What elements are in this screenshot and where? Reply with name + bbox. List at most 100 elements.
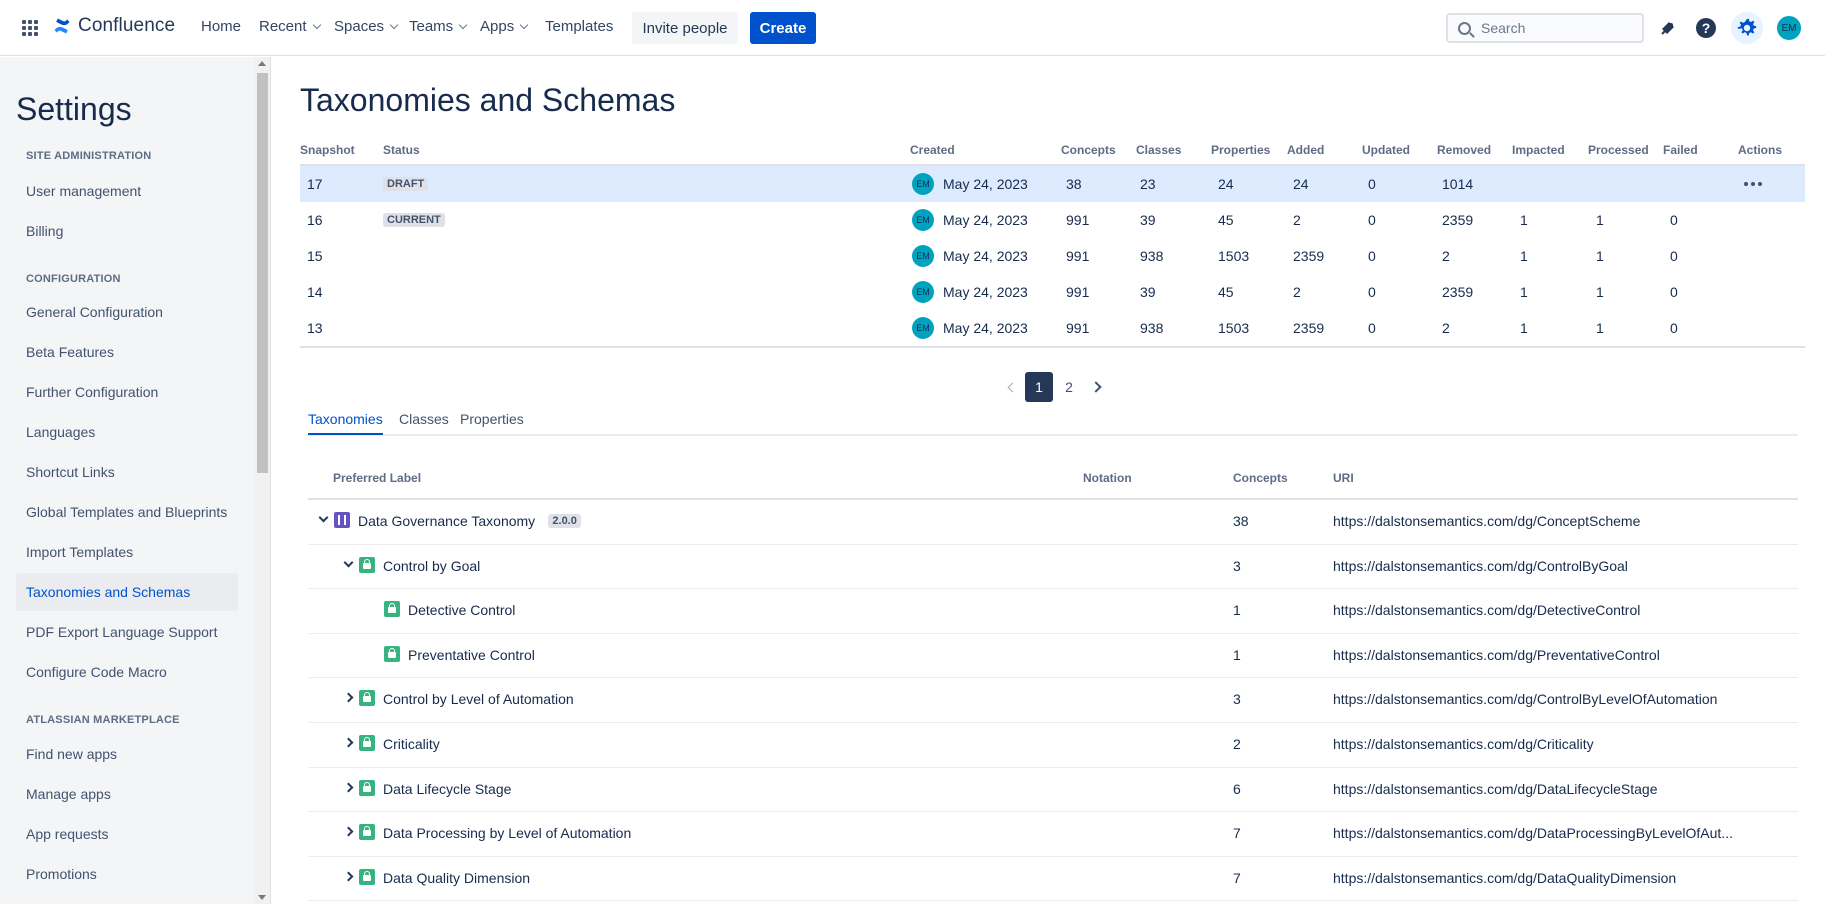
sidebar-item-manage-apps[interactable]: Manage apps — [16, 775, 238, 813]
page-1-button[interactable]: 1 — [1025, 372, 1053, 402]
taxonomy-row[interactable]: Criticality 2 https://dalstonsemantics.com… — [308, 723, 1798, 768]
uri[interactable]: https://dalstonsemantics.com/dg/DataProc… — [1333, 825, 1733, 841]
preferred-label[interactable]: Detective Control — [408, 602, 515, 618]
nav-templates[interactable]: Templates — [545, 18, 613, 35]
settings-gear-icon[interactable] — [1731, 12, 1763, 44]
sidebar-item-import-templates[interactable]: Import Templates — [16, 533, 238, 571]
col-uri[interactable]: URI — [1333, 471, 1354, 485]
snapshot-row[interactable]: 14 May 24, 2023 991 39 45 2 0 2359 1 1 0 EM — [300, 274, 1805, 310]
creator-avatar[interactable]: EM — [912, 173, 934, 195]
col-created[interactable]: Created — [910, 143, 955, 157]
sidebar-item-taxonomies-and-schemas[interactable]: Taxonomies and Schemas — [16, 573, 238, 611]
scroll-down-icon[interactable] — [258, 895, 266, 900]
create-button[interactable]: Create — [750, 12, 816, 44]
notifications-icon[interactable] — [1656, 16, 1680, 40]
taxonomy-row[interactable]: Data Quality Dimension 7 https://dalstonse… — [308, 857, 1798, 902]
col-preferred-label[interactable]: Preferred Label — [333, 471, 421, 485]
col-classes[interactable]: Classes — [1136, 143, 1181, 157]
creator-avatar[interactable]: EM — [912, 245, 934, 267]
help-icon[interactable]: ? — [1694, 16, 1718, 40]
nav-teams[interactable]: Teams — [409, 18, 468, 35]
snapshot-row[interactable]: 16 May 24, 2023 991 39 45 2 0 2359 1 1 0 CURRENT EM — [300, 202, 1805, 238]
taxonomy-row[interactable]: Control by Goal 3 https://dalstonsemantics… — [308, 545, 1798, 590]
uri[interactable]: https://dalstonsemantics.com/dg/Preventa… — [1333, 647, 1660, 663]
col-impacted[interactable]: Impacted — [1512, 143, 1565, 157]
sidebar-item-general-configuration[interactable]: General Configuration — [16, 293, 238, 331]
preferred-label[interactable]: Data Quality Dimension — [383, 870, 530, 886]
chevron-right-icon[interactable] — [343, 826, 354, 837]
uri[interactable]: https://dalstonsemantics.com/dg/Detectiv… — [1333, 602, 1640, 618]
chevron-right-icon[interactable] — [343, 782, 354, 793]
creator-avatar[interactable]: EM — [912, 281, 934, 303]
sidebar-item-pdf-export-language[interactable]: PDF Export Language Support — [16, 613, 238, 651]
previous-page-button[interactable] — [1000, 373, 1024, 401]
col-properties[interactable]: Properties — [1211, 143, 1270, 157]
col-added[interactable]: Added — [1287, 143, 1324, 157]
tab-properties[interactable]: Properties — [460, 411, 524, 427]
sidebar-item-further-configuration[interactable]: Further Configuration — [16, 373, 238, 411]
scroll-thumb[interactable] — [257, 73, 268, 473]
preferred-label[interactable]: Data Governance Taxonomy — [358, 513, 535, 529]
sidebar-item-global-templates[interactable]: Global Templates and Blueprints — [16, 493, 238, 531]
tab-classes[interactable]: Classes — [399, 411, 449, 427]
uri[interactable]: https://dalstonsemantics.com/dg/ControlB… — [1333, 558, 1628, 574]
preferred-label[interactable]: Preventative Control — [408, 647, 535, 663]
nav-recent[interactable]: Recent — [259, 18, 321, 35]
chevron-down-icon[interactable] — [318, 512, 329, 523]
col-updated[interactable]: Updated — [1362, 143, 1410, 157]
uri[interactable]: https://dalstonsemantics.com/dg/ControlB… — [1333, 691, 1717, 707]
preferred-label[interactable]: Control by Goal — [383, 558, 480, 574]
snapshot-row[interactable]: 15 May 24, 2023 991 938 1503 2359 0 2 1 1 0 EM — [300, 238, 1805, 274]
snapshot-row[interactable]: 17 May 24, 2023 38 23 24 24 0 1014 DRAFT EM — [300, 166, 1805, 202]
col-removed[interactable]: Removed — [1437, 143, 1491, 157]
taxonomy-row[interactable]: Data Lifecycle Stage 6 https://dalstonsema… — [308, 768, 1798, 813]
confluence-logo[interactable]: Confluence — [52, 15, 175, 37]
nav-spaces[interactable]: Spaces — [334, 18, 399, 35]
chevron-right-icon[interactable] — [343, 871, 354, 882]
col-notation[interactable]: Notation — [1083, 471, 1132, 485]
sidebar-item-find-new-apps[interactable]: Find new apps — [16, 735, 238, 773]
page-2-button[interactable]: 2 — [1055, 372, 1083, 402]
uri[interactable]: https://dalstonsemantics.com/dg/DataLife… — [1333, 781, 1658, 797]
chevron-right-icon[interactable] — [343, 692, 354, 703]
uri[interactable]: https://dalstonsemantics.com/dg/DataQual… — [1333, 870, 1676, 886]
user-avatar[interactable]: EM — [1777, 16, 1801, 40]
snapshot-row[interactable]: 13 May 24, 2023 991 938 1503 2359 0 2 1 1 0 EM — [300, 310, 1805, 346]
scroll-up-icon[interactable] — [258, 61, 266, 66]
preferred-label[interactable]: Criticality — [383, 736, 440, 752]
taxonomy-row[interactable]: Preventative Control 1 https://dalstonsema… — [308, 634, 1798, 679]
taxonomy-row[interactable]: Data Processing by Level of Automation 7 h… — [308, 812, 1798, 857]
chevron-right-icon[interactable] — [343, 737, 354, 748]
sidebar-item-shortcut-links[interactable]: Shortcut Links — [16, 453, 238, 491]
nav-apps[interactable]: Apps — [480, 18, 529, 35]
nav-home[interactable]: Home — [201, 18, 241, 35]
sidebar-item-user-management[interactable]: User management — [16, 172, 238, 210]
app-switcher-icon[interactable] — [22, 20, 38, 36]
creator-avatar[interactable]: EM — [912, 209, 934, 231]
col-status[interactable]: Status — [383, 143, 420, 157]
sidebar-scrollbar[interactable] — [254, 57, 271, 904]
uri[interactable]: https://dalstonsemantics.com/dg/ConceptS… — [1333, 513, 1640, 529]
next-page-button[interactable] — [1084, 373, 1108, 401]
uri[interactable]: https://dalstonsemantics.com/dg/Critical… — [1333, 736, 1594, 752]
preferred-label[interactable]: Control by Level of Automation — [383, 691, 574, 707]
preferred-label[interactable]: Data Lifecycle Stage — [383, 781, 511, 797]
creator-avatar[interactable]: EM — [912, 317, 934, 339]
sidebar-item-promotions[interactable]: Promotions — [16, 855, 238, 893]
invite-people-button[interactable]: Invite people — [632, 12, 738, 44]
sidebar-item-configure-code-macro[interactable]: Configure Code Macro — [16, 653, 238, 691]
taxonomy-row[interactable]: Data Governance Taxonomy 2.0.0 38 https://d… — [308, 500, 1798, 545]
more-actions-icon[interactable] — [1744, 182, 1762, 186]
sidebar-item-billing[interactable]: Billing — [16, 212, 238, 250]
sidebar-item-languages[interactable]: Languages — [16, 413, 238, 451]
col-concepts[interactable]: Concepts — [1233, 471, 1288, 485]
col-snapshot[interactable]: Snapshot — [300, 143, 355, 157]
chevron-down-icon[interactable] — [343, 557, 354, 568]
col-concepts[interactable]: Concepts — [1061, 143, 1116, 157]
col-failed[interactable]: Failed — [1663, 143, 1698, 157]
preferred-label[interactable]: Data Processing by Level of Automation — [383, 825, 631, 841]
tab-taxonomies[interactable]: Taxonomies — [308, 411, 383, 427]
sidebar-item-app-requests[interactable]: App requests — [16, 815, 238, 853]
taxonomy-row[interactable]: Detective Control 1 https://dalstonsemanti… — [308, 589, 1798, 634]
sidebar-item-beta-features[interactable]: Beta Features — [16, 333, 238, 371]
